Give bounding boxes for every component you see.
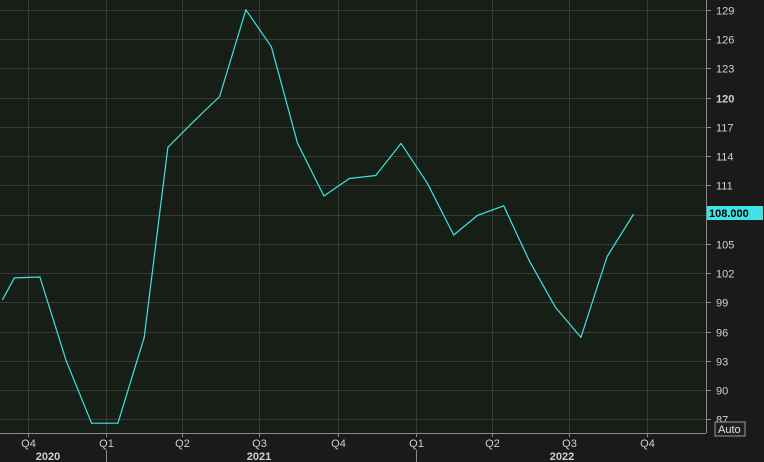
data-point [193,120,195,122]
data-point [167,146,169,148]
auto-scale-button-label[interactable]: Auto [718,424,741,436]
data-point [117,422,119,424]
data-point [13,277,15,279]
x-tick-label: Q1 [99,438,114,450]
y-tick-label: 117 [716,123,734,135]
line-chart: 8790939699102105108111114117120123126129… [0,0,763,462]
data-point [91,422,93,424]
x-tick-label: Q3 [562,438,577,450]
y-tick-label: 93 [716,357,728,369]
plot-area [0,0,706,433]
y-tick-label: 123 [716,64,734,76]
x-tick-label: Q4 [640,438,655,450]
data-point [245,9,247,11]
y-tick-label: 96 [716,328,728,340]
y-tick-label: 102 [716,269,734,281]
x-tick-label: Q2 [485,438,500,450]
data-point [143,336,145,338]
y-tick-label: 129 [716,6,734,18]
y-tick-label: 90 [716,386,728,398]
chart-window: 8790939699102105108111114117120123126129… [0,0,764,462]
x-tick-label: Q4 [331,438,346,450]
data-point [270,46,272,48]
last-value-label: 108.000 [709,208,749,220]
x-tick-label: Q4 [21,438,36,450]
data-point [632,213,635,216]
data-point [606,255,608,258]
y-tick-label: 120 [716,94,734,106]
data-point [426,182,428,184]
year-label: 2020 [36,451,60,462]
data-point [65,360,67,362]
data-point [580,336,582,338]
data-point [476,214,478,217]
x-axis-ticks: Q4 Q1 Q2 Q3 Q4 Q1 Q2 Q3 Q42020 2021 2022 [21,433,655,462]
data-point [348,177,350,180]
auto-scale-button[interactable]: Auto [714,421,746,437]
last-value-tag: 108.000 [707,206,763,220]
data-point [219,95,221,98]
data-point [39,276,41,278]
y-tick-label: 99 [716,298,728,310]
data-point [297,142,299,144]
y-tick-label: 111 [716,181,733,193]
data-point [528,259,530,261]
data-point [503,205,505,207]
year-label: 2021 [247,451,271,462]
x-tick-label: Q1 [409,438,424,450]
data-point [400,142,402,144]
x-tick-label: Q2 [175,438,190,450]
data-point [1,298,4,300]
data-point [554,306,557,308]
y-tick-label: 105 [716,240,734,252]
y-tick-label: 126 [716,35,734,47]
y-tick-label: 114 [716,152,734,164]
data-point [323,195,325,197]
year-label: 2022 [550,451,574,462]
data-point [453,234,455,236]
x-tick-label: Q3 [252,438,267,450]
data-point [375,174,377,177]
